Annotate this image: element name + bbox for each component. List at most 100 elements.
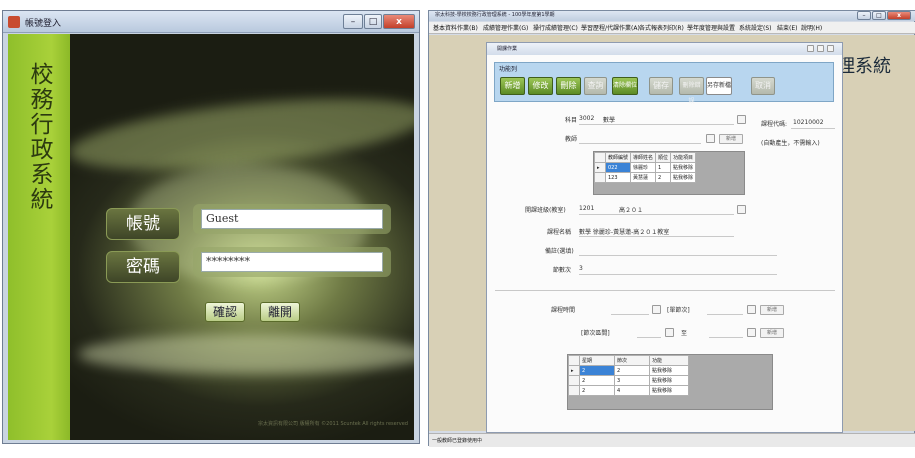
table-row[interactable]: 2 4 點我移除 xyxy=(568,385,689,396)
course-name-label: 課程名稱 xyxy=(547,229,572,236)
teacher-name-cell[interactable]: 黃慧蓮 xyxy=(630,172,657,183)
menu-exit[interactable]: 結束(E) xyxy=(777,23,797,32)
delete-button[interactable]: 刪除 xyxy=(556,77,581,95)
teacher-order-cell[interactable]: 2 xyxy=(655,172,672,183)
subject-code: 3002 xyxy=(579,115,595,122)
add-button[interactable]: 新增 xyxy=(500,77,525,95)
login-window: 帳號登入 – □ x 校務行政系統 帳號 Guest 密碼 ******** 確… xyxy=(2,10,420,444)
password-input[interactable]: ******** xyxy=(201,252,383,272)
menu-grades[interactable]: 成績管理作業(G) xyxy=(483,23,528,32)
table-row[interactable]: ▸ 2 2 點我移除 xyxy=(568,365,689,376)
schedule-grid-header: 節次 xyxy=(614,355,650,366)
teacher-order-cell[interactable]: 1 xyxy=(655,162,672,173)
range-add-button[interactable]: 新增 xyxy=(760,328,784,338)
main-title-bar: 宗太科技-學校校務行政管理系統 - 100學年度第1學期 – □ x xyxy=(429,11,915,21)
row-header xyxy=(594,172,606,183)
close-button[interactable]: x xyxy=(383,14,415,29)
menu-conduct[interactable]: 操行成績管理(C) xyxy=(533,23,578,32)
subject-name: 數學 xyxy=(603,117,616,124)
teacher-grid-header: 教師編號 xyxy=(604,152,632,163)
teacher-id-cell[interactable]: 022 xyxy=(604,162,632,173)
copyright-text: 宗太資訊有限公司 版權所有 ©2011 Scuntek All rights r… xyxy=(258,421,408,427)
teacher-grid: 教師編號 導師姓名 順位 功能項目 ▸ 022 徐麗珍 1 點我移除 123 黃… xyxy=(593,151,745,195)
range-from-select[interactable] xyxy=(665,328,674,337)
course-form-title-bar: 開課作業 xyxy=(487,43,842,55)
teacher-grid-header: 導師姓名 xyxy=(630,152,657,163)
schedule-remove-link[interactable]: 點我移除 xyxy=(649,385,689,396)
section-divider xyxy=(495,290,835,291)
course-name-value: 數學 徐麗珍-黃慧蓮-高２０１教室 xyxy=(579,229,670,236)
form-minimize-button[interactable] xyxy=(807,45,814,52)
teacher-grid-header: 順位 xyxy=(655,152,672,163)
menu-learning[interactable]: 學習歷程/代課作業(A) xyxy=(581,23,640,32)
menu-help[interactable]: 說明(H) xyxy=(801,23,822,32)
teacher-remove-link[interactable]: 點我移除 xyxy=(670,172,697,183)
weekday-cell[interactable]: 2 xyxy=(579,385,615,396)
cancel-button[interactable]: 取消 xyxy=(751,77,775,95)
course-form-title: 開課作業 xyxy=(497,46,518,52)
clear-fields-button[interactable]: 清除欄位 xyxy=(612,77,638,95)
schedule-grid-header: 功能 xyxy=(649,355,689,366)
account-input[interactable]: Guest xyxy=(201,209,383,229)
menu-system[interactable]: 系統設定(S) xyxy=(739,23,772,32)
grid-corner xyxy=(594,152,606,163)
class-name: 高２０１ xyxy=(619,207,644,214)
remark-underline xyxy=(579,255,777,256)
range-to-select[interactable] xyxy=(747,328,756,337)
subject-select-button[interactable] xyxy=(737,115,746,124)
class-select-button[interactable] xyxy=(737,205,746,214)
table-row[interactable]: 2 3 點我移除 xyxy=(568,375,689,386)
teacher-name-cell[interactable]: 徐麗珍 xyxy=(630,162,657,173)
weekday-cell[interactable]: 2 xyxy=(579,365,615,376)
menu-basic-data[interactable]: 基本資料作業(B) xyxy=(433,23,478,32)
main-minimize-button[interactable]: – xyxy=(857,11,871,20)
class-label: 開課班級(教室) xyxy=(525,207,566,214)
login-panel: 校務行政系統 帳號 Guest 密碼 ******** 確認 離開 宗太資訊有限… xyxy=(8,34,414,440)
main-window: 宗太科技-學校校務行政管理系統 - 100學年度第1學期 – □ x 基本資料作… xyxy=(428,10,915,447)
main-close-button[interactable]: x xyxy=(887,11,911,20)
teacher-add-button[interactable]: 新增 xyxy=(719,134,743,144)
period-count-select[interactable] xyxy=(747,305,756,314)
delete-error-button[interactable]: 刪除錯誤 xyxy=(679,77,704,105)
form-maximize-button[interactable] xyxy=(817,45,824,52)
status-bar: 一般教師已登錄使用中 xyxy=(429,433,915,447)
save-button[interactable]: 儲存 xyxy=(649,77,673,95)
period-cell[interactable]: 4 xyxy=(614,385,650,396)
menu-reports[interactable]: 各式報表列印(R) xyxy=(639,23,684,32)
teacher-id-cell[interactable]: 123 xyxy=(604,172,632,183)
edit-button[interactable]: 修改 xyxy=(528,77,553,95)
schedule-day-select[interactable] xyxy=(652,305,661,314)
row-header xyxy=(568,375,580,386)
leave-button[interactable]: 離開 xyxy=(260,302,300,322)
main-maximize-button[interactable]: □ xyxy=(872,11,886,20)
menu-year-settings[interactable]: 學年度管理與設置 xyxy=(687,23,735,32)
schedule-grid-header: 星期 xyxy=(579,355,615,366)
maximize-button[interactable]: □ xyxy=(364,14,382,29)
app-icon xyxy=(8,16,20,28)
status-text: 一般教師已登錄使用中 xyxy=(432,438,483,444)
schedule-remove-link[interactable]: 點我移除 xyxy=(649,375,689,386)
subject-label: 科目 xyxy=(565,117,578,124)
period-cell[interactable]: 2 xyxy=(614,365,650,376)
table-row[interactable]: 123 黃慧蓮 2 點我移除 xyxy=(594,172,697,183)
schedule-add-button[interactable]: 新增 xyxy=(760,305,784,315)
form-close-button[interactable] xyxy=(827,45,834,52)
teacher-select-button[interactable] xyxy=(706,134,715,143)
course-code-underline xyxy=(791,128,835,129)
class-code: 1201 xyxy=(579,205,595,212)
weekday-cell[interactable]: 2 xyxy=(579,375,615,386)
save-as-button[interactable]: 另存新檔 xyxy=(706,77,732,95)
period-cell[interactable]: 3 xyxy=(614,375,650,386)
course-form-window: 開課作業 功能列 新增 修改 刪除 查詢 清除欄位 儲存 刪除錯誤 另存新檔 取… xyxy=(486,42,843,433)
class-underline xyxy=(579,214,734,215)
minimize-button[interactable]: – xyxy=(343,14,363,29)
query-button[interactable]: 查詢 xyxy=(584,77,607,95)
confirm-button[interactable]: 確認 xyxy=(205,302,245,322)
teacher-grid-header: 功能項目 xyxy=(670,152,697,163)
schedule-time-label: 課程時間 xyxy=(551,307,576,314)
system-banner: 理系統 xyxy=(837,56,891,77)
schedule-remove-link[interactable]: 點我移除 xyxy=(649,365,689,376)
to-label: 至 xyxy=(681,330,688,337)
table-row[interactable]: ▸ 022 徐麗珍 1 點我移除 xyxy=(594,162,697,173)
teacher-remove-link[interactable]: 點我移除 xyxy=(670,162,697,173)
